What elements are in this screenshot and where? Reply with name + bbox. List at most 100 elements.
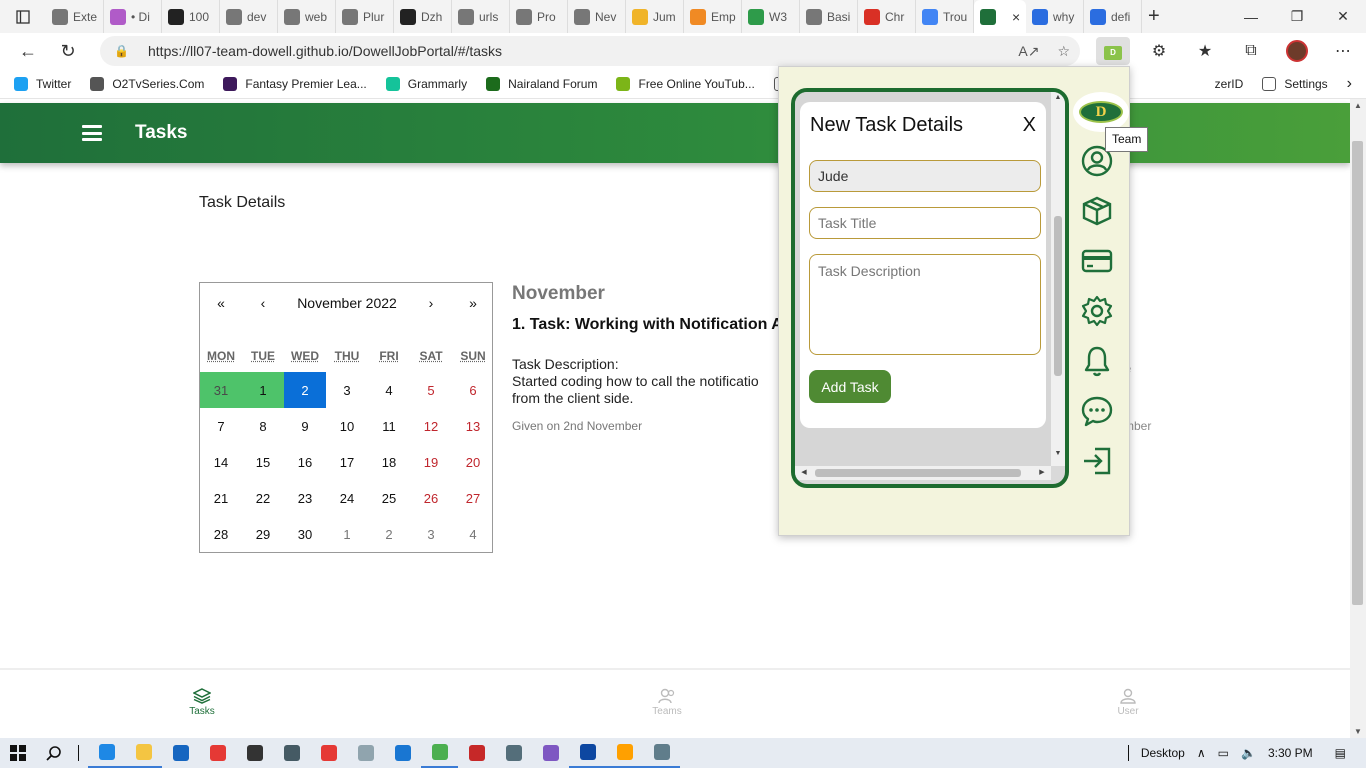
calendar-day[interactable]: 12 (410, 408, 452, 444)
taskbar-app[interactable] (162, 738, 199, 768)
more-menu-icon[interactable]: ⋯ (1320, 33, 1366, 69)
browser-tab[interactable]: W3 (742, 0, 800, 33)
notifications-icon[interactable]: ▤ (1335, 746, 1346, 760)
member-name-field[interactable]: Jude (809, 160, 1041, 192)
calendar-day[interactable]: 7 (200, 408, 242, 444)
calendar-day[interactable]: 28 (200, 516, 242, 552)
taskbar-app[interactable] (421, 738, 458, 768)
prev-year-button[interactable]: « (200, 295, 242, 315)
tab-actions-button[interactable] (0, 0, 46, 33)
read-aloud-icon[interactable]: A↗ (1018, 43, 1039, 60)
calendar-day[interactable]: 8 (242, 408, 284, 444)
calendar-day[interactable]: 9 (284, 408, 326, 444)
calendar-day[interactable]: 30 (284, 516, 326, 552)
scroll-up-icon[interactable]: ▲ (1051, 94, 1065, 101)
taskbar-app[interactable] (88, 738, 125, 768)
start-button[interactable] (0, 745, 36, 761)
scroll-up-icon[interactable]: ▲ (1350, 101, 1366, 110)
calendar-day[interactable]: 4 (452, 516, 494, 552)
calendar-day[interactable]: 17 (326, 444, 368, 480)
browser-tab[interactable]: web (278, 0, 336, 33)
page-scrollbar[interactable]: ▲ ▼ (1350, 99, 1366, 738)
close-icon[interactable]: X (1023, 114, 1036, 137)
calendar-day[interactable]: 20 (452, 444, 494, 480)
calendar-day[interactable]: 14 (200, 444, 242, 480)
taskbar-app[interactable] (273, 738, 310, 768)
taskbar-app[interactable] (310, 738, 347, 768)
task-title-input[interactable] (809, 207, 1041, 239)
clock[interactable]: 3:30 PM (1268, 746, 1313, 760)
url-field[interactable]: 🔒 https://ll07-team-dowell.github.io/Dow… (100, 36, 1080, 66)
calendar-day[interactable]: 1 (242, 372, 284, 408)
calendar-day[interactable]: 2 (284, 372, 326, 408)
browser-tab[interactable]: Jum (626, 0, 684, 33)
battery-icon[interactable]: ▭ (1218, 746, 1229, 760)
browser-tab[interactable]: Plur (336, 0, 394, 33)
calendar-day[interactable]: 23 (284, 480, 326, 516)
taskbar-app[interactable] (384, 738, 421, 768)
scroll-thumb[interactable] (1054, 216, 1062, 376)
browser-tab[interactable]: why (1026, 0, 1084, 33)
dowell-logo[interactable]: D (1073, 92, 1129, 132)
gear-icon[interactable] (1075, 291, 1119, 331)
browser-tab[interactable]: Emp (684, 0, 742, 33)
calendar-day[interactable]: 13 (452, 408, 494, 444)
taskbar-app[interactable] (606, 738, 643, 768)
taskbar-app[interactable] (532, 738, 569, 768)
desktop-toolbar[interactable]: Desktop (1141, 746, 1185, 760)
close-tab-icon[interactable]: × (1012, 9, 1020, 25)
scroll-down-icon[interactable]: ▼ (1350, 727, 1366, 736)
dowell-extension-button[interactable]: D (1090, 33, 1136, 69)
browser-tab[interactable]: urls (452, 0, 510, 33)
browser-tab[interactable]: 100 (162, 0, 220, 33)
browser-tab[interactable]: • Di (104, 0, 162, 33)
calendar-day[interactable]: 25 (368, 480, 410, 516)
bookmark-item[interactable]: Twitter (14, 76, 71, 91)
task-view-icon[interactable] (78, 745, 88, 761)
extensions-icon[interactable]: ⚙ (1136, 33, 1182, 69)
calendar-day[interactable]: 22 (242, 480, 284, 516)
chat-icon[interactable] (1075, 391, 1119, 431)
back-button[interactable]: ← (8, 33, 48, 69)
bottom-nav-tasks[interactable]: Tasks (162, 688, 242, 717)
bell-icon[interactable] (1075, 341, 1119, 381)
scroll-down-icon[interactable]: ▼ (1051, 450, 1065, 457)
taskbar-app[interactable] (236, 738, 273, 768)
volume-icon[interactable]: 🔈 (1241, 746, 1256, 760)
taskbar-app[interactable] (569, 738, 606, 768)
search-button[interactable] (36, 745, 72, 761)
taskbar-app[interactable] (199, 738, 236, 768)
bottom-nav-teams[interactable]: Teams (627, 688, 707, 717)
calendar-day[interactable]: 19 (410, 444, 452, 480)
taskbar-app[interactable] (458, 738, 495, 768)
favorite-star-icon[interactable]: ☆ (1057, 43, 1070, 60)
calendar-day[interactable]: 21 (200, 480, 242, 516)
browser-tab[interactable]: Pro (510, 0, 568, 33)
refresh-button[interactable]: ↻ (48, 33, 88, 69)
calendar-day[interactable]: 10 (326, 408, 368, 444)
hamburger-menu-icon[interactable] (82, 125, 102, 141)
collections-icon[interactable]: ⧉ (1228, 33, 1274, 69)
browser-tab[interactable]: defi (1084, 0, 1142, 33)
browser-tab-active[interactable]: × (974, 0, 1026, 33)
bookmark-settings[interactable]: Settings (1262, 77, 1328, 91)
browser-tab[interactable]: Nev (568, 0, 626, 33)
bookmark-item[interactable]: Grammarly (385, 76, 467, 91)
calendar-day[interactable]: 6 (452, 372, 494, 408)
calendar-day[interactable]: 3 (410, 516, 452, 552)
task-description-input[interactable] (809, 254, 1041, 355)
favorites-icon[interactable]: ★ (1182, 33, 1228, 69)
calendar-day[interactable]: 18 (368, 444, 410, 480)
calendar-day[interactable]: 31 (200, 372, 242, 408)
popup-vertical-scrollbar[interactable]: ▲ ▼ (1051, 92, 1065, 466)
taskbar-app[interactable] (643, 738, 680, 768)
calendar-month-label[interactable]: November 2022 (284, 295, 410, 315)
browser-tab[interactable]: Basi (800, 0, 858, 33)
next-year-button[interactable]: » (452, 295, 494, 315)
calendar-day[interactable]: 5 (410, 372, 452, 408)
popup-horizontal-scrollbar[interactable]: ◀ ▶ (795, 466, 1051, 480)
scroll-right-icon[interactable]: ▶ (1035, 466, 1049, 480)
browser-tab[interactable]: dev (220, 0, 278, 33)
minimize-button[interactable]: — (1228, 0, 1274, 33)
bookmark-item[interactable]: Nairaland Forum (486, 76, 597, 91)
